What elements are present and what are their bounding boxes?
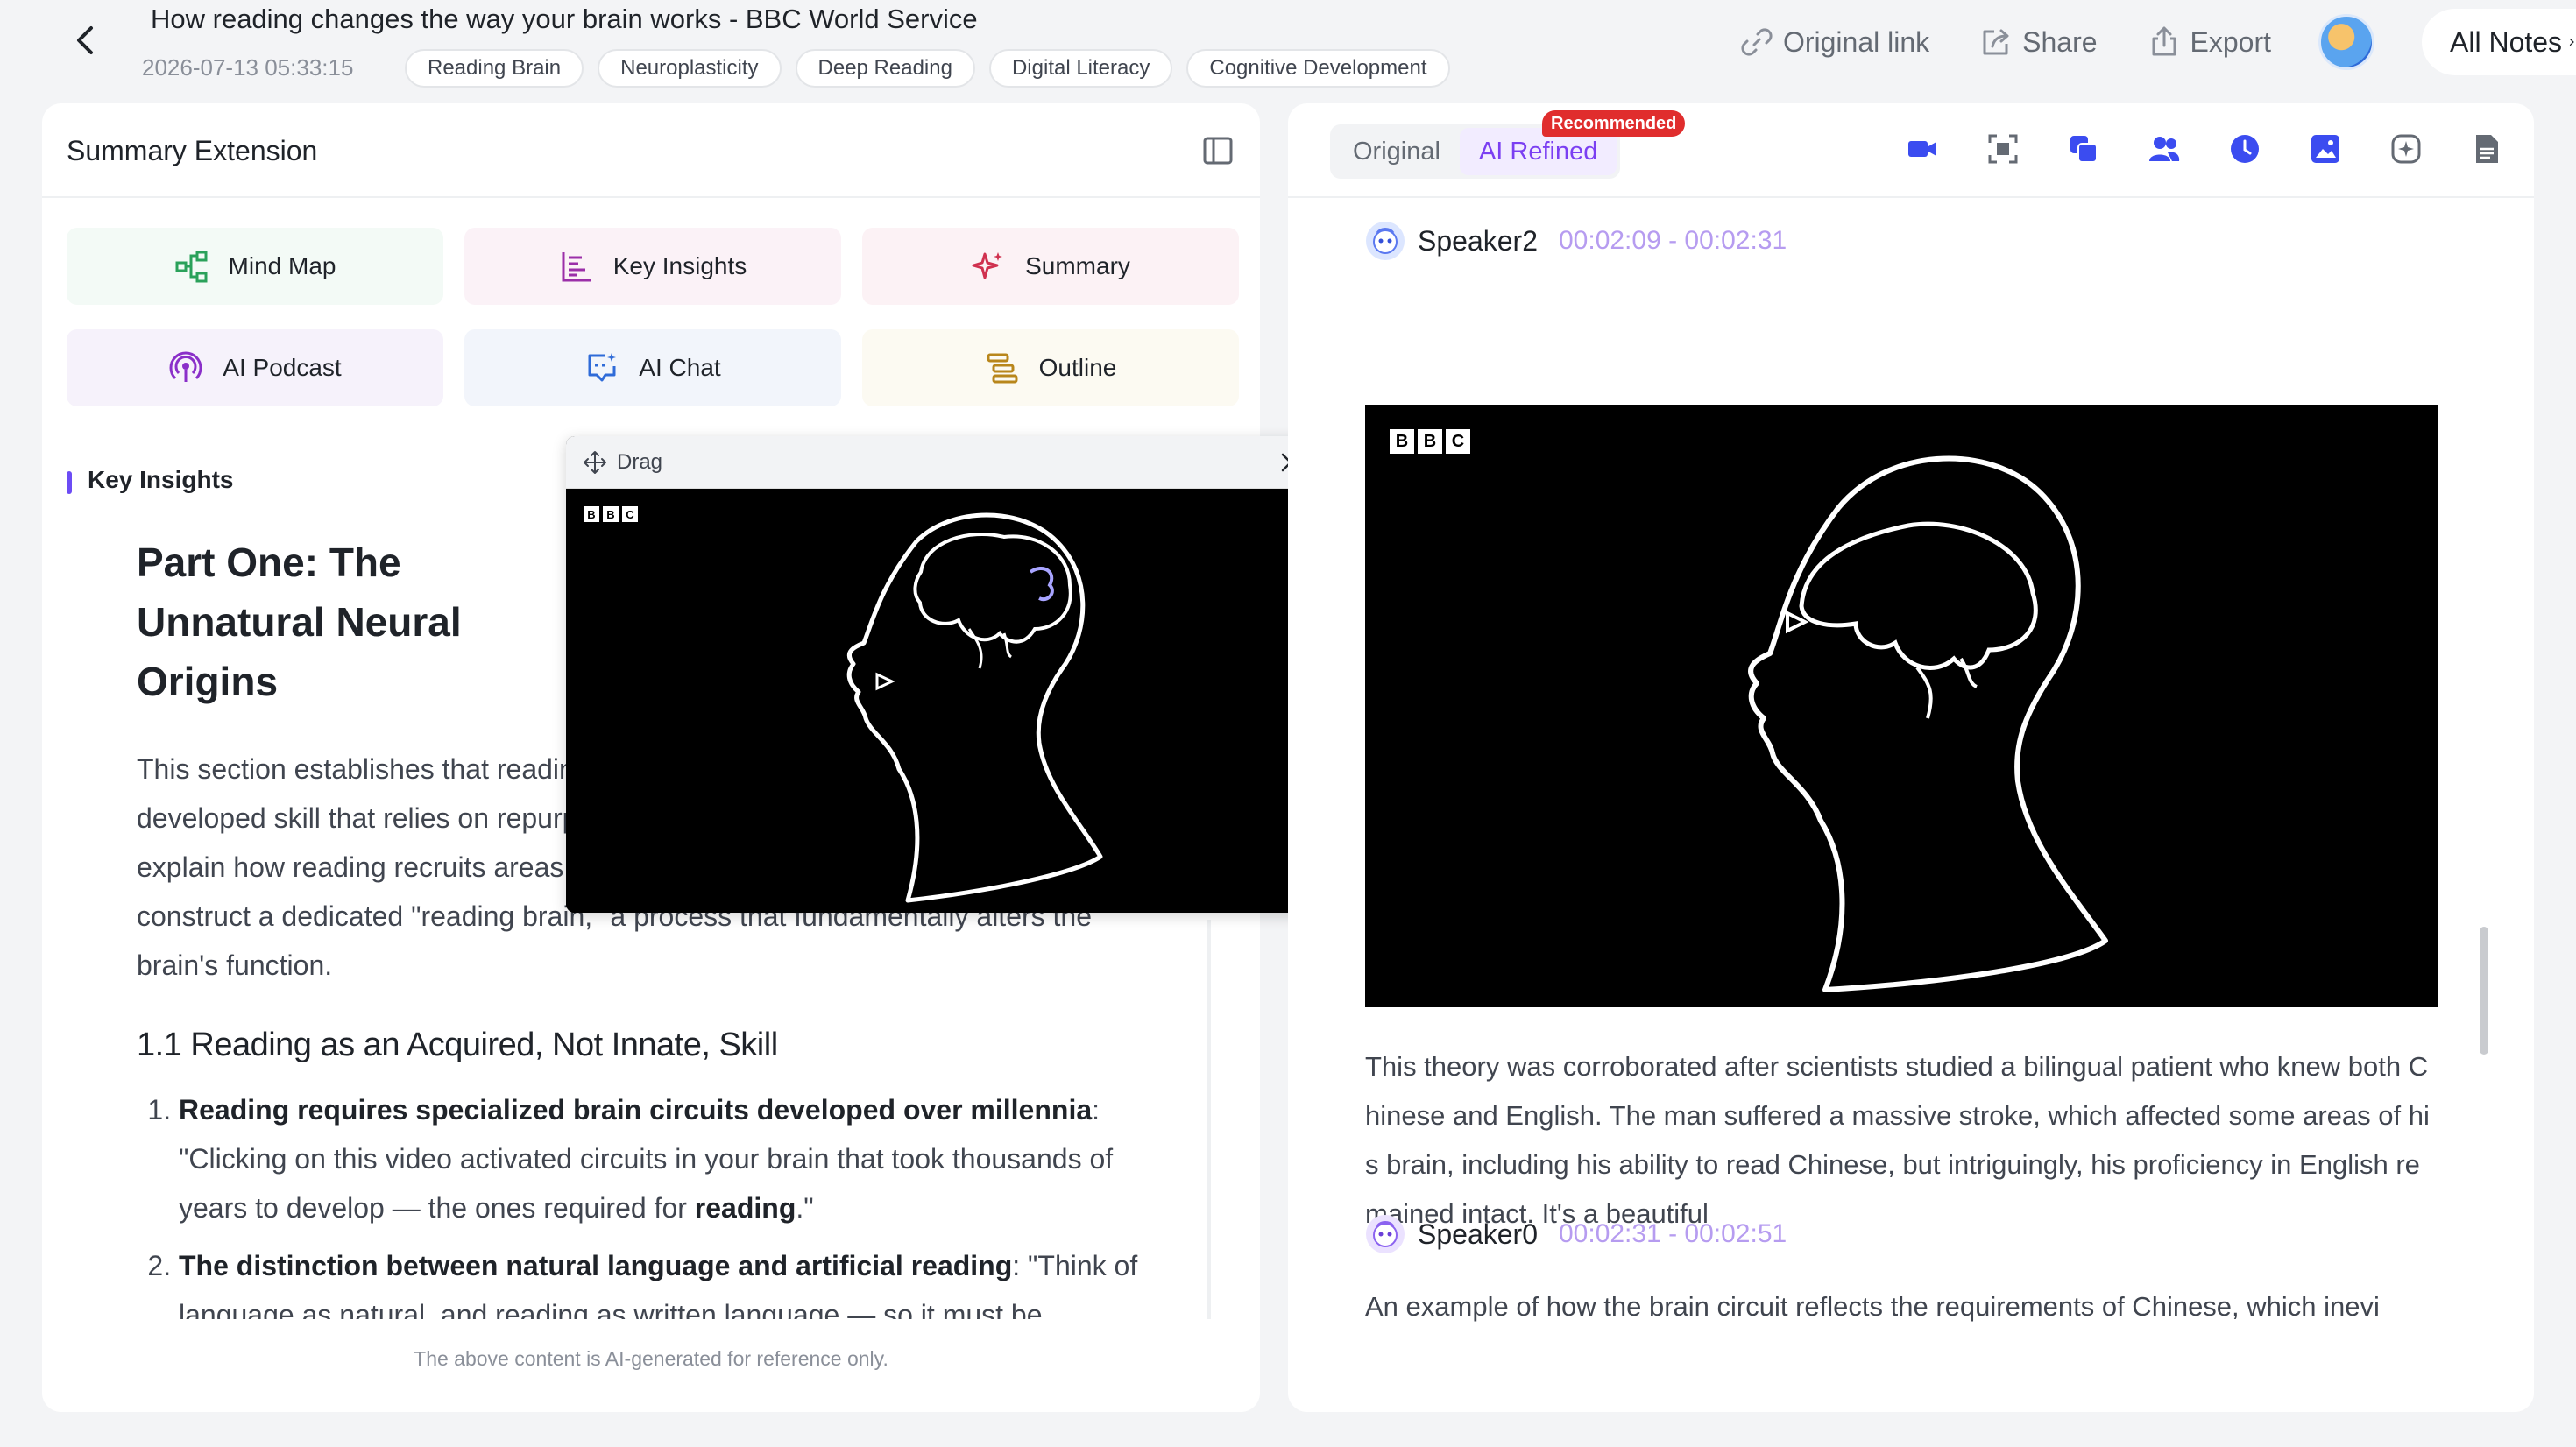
- share-icon: [1983, 29, 2009, 55]
- recommended-badge: Recommended: [1542, 110, 1686, 137]
- podcast-icon: [169, 351, 202, 382]
- link-icon: [1741, 28, 1773, 56]
- clock-icon[interactable]: [2229, 133, 2261, 165]
- outline-button[interactable]: Outline: [862, 329, 1239, 406]
- main-video-player[interactable]: B B C: [1365, 405, 2438, 1007]
- back-arrow-icon[interactable]: [68, 23, 103, 58]
- tab-original[interactable]: Original: [1334, 128, 1460, 175]
- transcript-bottom-fade: [1288, 1368, 2534, 1412]
- outline-label: Outline: [1038, 354, 1117, 381]
- transcript-text[interactable]: An example of how the brain circuit refl…: [1365, 1282, 2439, 1331]
- all-notes-button[interactable]: All Notes: [2422, 9, 2576, 75]
- export-label: Export: [2190, 25, 2271, 58]
- mind-map-button[interactable]: Mind Map: [67, 228, 443, 305]
- tag-digital-literacy[interactable]: Digital Literacy: [988, 49, 1173, 88]
- insight-text-end: .": [796, 1192, 814, 1224]
- insight-bold-inline: reading: [694, 1192, 796, 1224]
- image-icon[interactable]: [2310, 133, 2341, 165]
- key-insights-section-label: Key Insights: [67, 466, 233, 494]
- screenshot-icon[interactable]: [1987, 133, 2019, 165]
- outline-icon: [987, 353, 1018, 384]
- speaker-avatar-icon: [1366, 1215, 1405, 1253]
- speaker-timestamp[interactable]: 00:02:31 - 00:02:51: [1559, 1219, 1787, 1249]
- copy-icon[interactable]: [2068, 133, 2099, 165]
- insight-bold: Reading requires specialized brain circu…: [179, 1094, 1093, 1126]
- transcript-text[interactable]: This theory was corroborated after scien…: [1365, 1042, 2439, 1239]
- drag-handle[interactable]: Drag: [582, 449, 662, 476]
- tag-deep-reading[interactable]: Deep Reading: [795, 49, 975, 88]
- speaker-header: Speaker2 00:02:09 - 00:02:31: [1365, 221, 1787, 261]
- summary-panel-title: Summary Extension: [67, 135, 318, 166]
- key-insights-button[interactable]: Key Insights: [464, 228, 841, 305]
- original-link-label: Original link: [1782, 25, 1930, 58]
- transcript-scrollbar[interactable]: [2478, 200, 2490, 1412]
- top-header: How reading changes the way your brain w…: [0, 0, 2576, 98]
- drag-label: Drag: [617, 449, 663, 474]
- ai-chat-button[interactable]: AI Chat: [464, 329, 841, 406]
- transcript-panel: Original AI Refined Recommended Speaker2…: [1288, 103, 2534, 1412]
- note-date: 2026-07-13 05:33:15: [142, 54, 354, 81]
- scrollbar-thumb[interactable]: [2480, 927, 2488, 1055]
- speaker-avatar-icon: [1366, 222, 1405, 260]
- key-insights-icon: [562, 252, 591, 282]
- speaker-name: Speaker0: [1418, 1218, 1538, 1250]
- floating-video-screen[interactable]: B B C: [566, 489, 1320, 913]
- tag-cognitive-development[interactable]: Cognitive Development: [1186, 49, 1450, 88]
- share-button[interactable]: Share: [1977, 23, 2098, 61]
- ai-podcast-button[interactable]: AI Podcast: [67, 329, 443, 406]
- header-actions: Original link Share Export All Notes: [1737, 9, 2576, 75]
- summary-button[interactable]: Summary: [862, 228, 1239, 305]
- tag-reading-brain[interactable]: Reading Brain: [405, 49, 584, 88]
- brain-head-illustration: [1748, 455, 2108, 992]
- brain-head-illustration: [846, 512, 1103, 903]
- user-avatar[interactable]: [2318, 14, 2374, 70]
- speaker-name: Speaker2: [1418, 224, 1538, 257]
- part-heading: Part One: The Unnatural Neural Origins: [137, 540, 462, 704]
- insight-item: Reading requires specialized brain circu…: [179, 1085, 1188, 1232]
- transcript-toolbar: [1907, 133, 2502, 165]
- tag-neuroplasticity[interactable]: Neuroplasticity: [598, 49, 782, 88]
- speaker-timestamp[interactable]: 00:02:09 - 00:02:31: [1559, 226, 1787, 256]
- original-link-button[interactable]: Original link: [1737, 23, 1929, 61]
- transcript-body: Speaker2 00:02:09 - 00:02:31 B B C This …: [1288, 200, 2534, 1338]
- mind-map-icon: [175, 251, 208, 283]
- summary-panel-header: Summary Extension: [42, 103, 1260, 198]
- floating-video-bar[interactable]: Drag: [566, 436, 1320, 489]
- export-button[interactable]: Export: [2145, 23, 2271, 61]
- tag-list: Reading Brain Neuroplasticity Deep Readi…: [405, 49, 1450, 88]
- speaker-header: Speaker0 00:02:31 - 00:02:51: [1365, 1214, 1787, 1254]
- sidebar-toggle-icon[interactable]: [1202, 135, 1234, 166]
- mind-map-label: Mind Map: [228, 252, 336, 279]
- all-notes-label: All Notes: [2450, 25, 2563, 58]
- ai-chat-icon: [588, 353, 617, 382]
- ai-podcast-label: AI Podcast: [223, 354, 342, 381]
- share-label: Share: [2022, 25, 2098, 58]
- page-title: How reading changes the way your brain w…: [151, 4, 978, 34]
- export-icon: [2152, 26, 2176, 56]
- ai-disclaimer: The above content is AI-generated for re…: [414, 1347, 888, 1370]
- insight-bold: The distinction between natural language…: [179, 1250, 1013, 1281]
- move-icon: [584, 450, 606, 474]
- floating-video-player[interactable]: Drag B B C: [566, 436, 1320, 913]
- summary-label: Summary: [1025, 252, 1130, 279]
- video-icon[interactable]: [1907, 133, 1938, 165]
- chevron-right-icon: [2569, 38, 2574, 46]
- transcript-header: Original AI Refined Recommended: [1288, 103, 2534, 198]
- speakers-icon[interactable]: [2148, 133, 2180, 165]
- subsection-heading: 1.1 Reading as an Acquired, Not Innate, …: [137, 1027, 778, 1063]
- document-icon[interactable]: [2471, 133, 2502, 165]
- sparkle-icon: [972, 252, 1003, 279]
- extension-grid: Mind Map Key Insights Summary AI Podcast…: [67, 228, 1239, 406]
- ai-chat-label: AI Chat: [639, 354, 721, 381]
- insight-list: Reading requires specialized brain circu…: [137, 1085, 1188, 1339]
- key-insights-label: Key Insights: [612, 252, 747, 279]
- ai-icon[interactable]: [2390, 133, 2422, 165]
